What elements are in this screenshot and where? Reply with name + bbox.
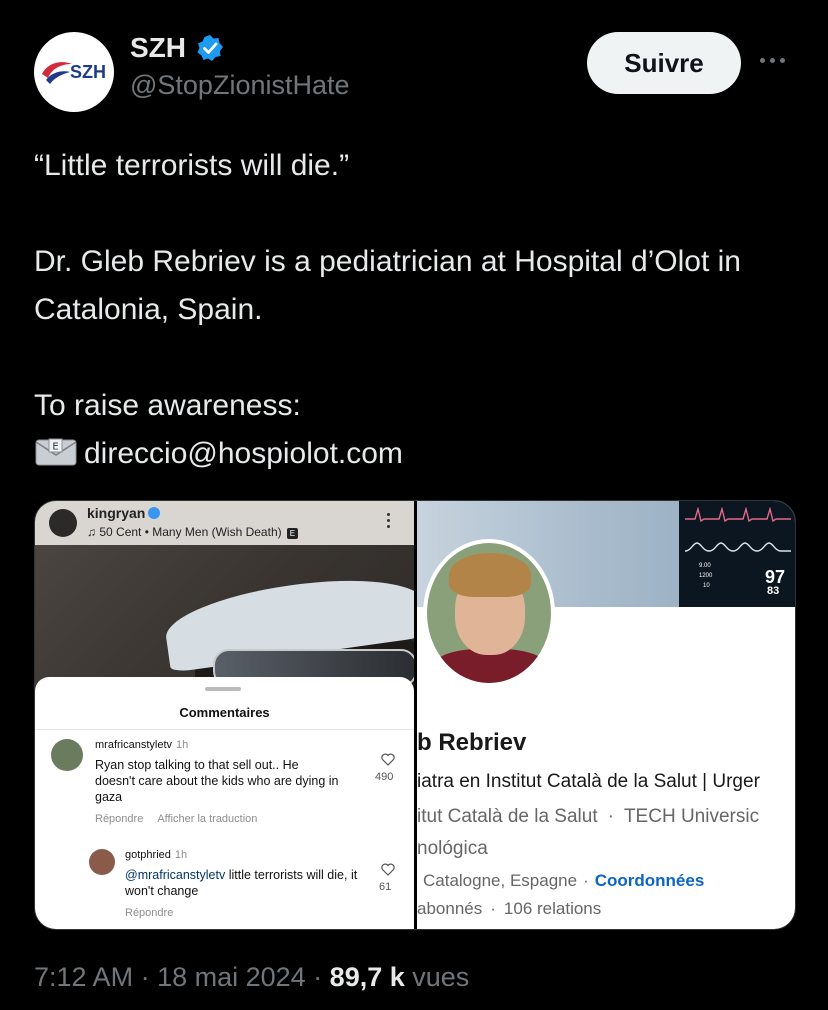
tweet-media[interactable]: kingryan ♫ 50 Cent • Many Men (Wish Deat… — [34, 500, 796, 930]
tweet-email-line: E direccio@hospiolot.com — [34, 430, 794, 478]
ig-username: kingryan — [87, 505, 161, 521]
linkedin-stats: abonnés · 106 relations — [417, 899, 602, 918]
contact-link[interactable]: Coordonnées — [595, 871, 705, 890]
ig-avatar — [49, 509, 77, 537]
tweet-awareness: To raise awareness: — [34, 389, 301, 422]
tweet-date[interactable]: 18 mai 2024 — [157, 962, 306, 992]
comment-text: Ryan stop talking to that sell out.. He … — [95, 758, 339, 804]
tweet-paragraph: Dr. Gleb Rebriev is a pediatrician at Ho… — [34, 245, 741, 326]
svg-text:E: E — [52, 442, 58, 453]
comment-user: gotphried 1h — [125, 849, 188, 861]
linkedin-headline: iatra en Institut Català de la Salut | U… — [417, 771, 760, 792]
envelope-icon: E — [35, 438, 77, 466]
ig-verified-icon — [148, 507, 161, 519]
linkedin-education: itut Català de la Salut · TECH Universic n… — [417, 806, 760, 859]
like-count: 61 — [379, 881, 392, 893]
ig-comments-sheet: Commentaires mrafricanstyletv 1h Ryan sto… — [35, 677, 414, 929]
comment-actions: Répondre — [125, 907, 174, 919]
ig-photo — [35, 545, 414, 745]
ig-music: ♫ 50 Cent • Many Men (Wish Death) E — [87, 525, 298, 539]
author-avatar[interactable]: SZH — [34, 32, 114, 112]
email-link[interactable]: direccio@hospiolot.com — [84, 437, 403, 470]
tweet-text: “Little terrorists will die.” Dr. Gleb R… — [34, 142, 794, 478]
comment-avatar — [89, 849, 115, 875]
ig-topbar: kingryan ♫ 50 Cent • Many Men (Wish Deat… — [35, 501, 414, 545]
linkedin-screenshot[interactable]: 9.00 1200 10 97 83 b Rebriev iatra en In… — [417, 501, 795, 929]
author-block: SZH @StopZionistHate — [130, 32, 350, 101]
follow-button[interactable]: Suivre — [587, 32, 741, 94]
comment-item: gotphried 1h @mrafricanstyletv little ter… — [89, 849, 401, 927]
comment-text: @mrafricanstyletv little terrorists will… — [125, 868, 358, 898]
linkedin-profile-photo[interactable] — [423, 539, 555, 687]
sheet-handle — [205, 687, 241, 691]
tweet-header: SZH SZH @StopZionistHate Suivre — [34, 30, 794, 114]
linkedin-location: Catalogne, Espagne · Coordonnées — [423, 871, 705, 890]
patient-monitor: 9.00 1200 10 97 83 — [679, 501, 795, 607]
author-handle[interactable]: @StopZionistHate — [130, 70, 350, 101]
explicit-icon: E — [286, 528, 298, 539]
avatar-logo-text: SZH — [70, 62, 106, 82]
tweet-time[interactable]: 7:12 AM — [34, 962, 133, 992]
more-options-icon[interactable] — [760, 50, 792, 63]
ig-menu-icon — [387, 513, 391, 531]
comment-actions: Répondre Afficher la traduction — [95, 813, 258, 825]
tweet-quote: “Little terrorists will die.” — [34, 149, 350, 182]
linkedin-name: b Rebriev — [417, 729, 527, 756]
views-label: vues — [412, 962, 470, 992]
comments-title: Commentaires — [179, 705, 270, 720]
comment-user: mrafricanstyletv 1h — [95, 739, 189, 751]
instagram-screenshot[interactable]: kingryan ♫ 50 Cent • Many Men (Wish Deat… — [35, 501, 414, 929]
szh-logo-icon — [42, 62, 72, 84]
tweet-meta: 7:12 AM · 18 mai 2024 · 89,7 k vues — [34, 962, 470, 992]
heart-icon — [381, 753, 395, 766]
verified-badge-icon — [197, 35, 224, 61]
view-count: 89,7 k — [329, 962, 405, 992]
like-count: 490 — [375, 771, 394, 783]
author-name[interactable]: SZH — [130, 32, 186, 64]
heart-icon — [381, 863, 395, 876]
comment-item: mrafricanstyletv 1h Ryan stop talking to … — [51, 739, 401, 831]
comment-avatar — [51, 739, 83, 771]
